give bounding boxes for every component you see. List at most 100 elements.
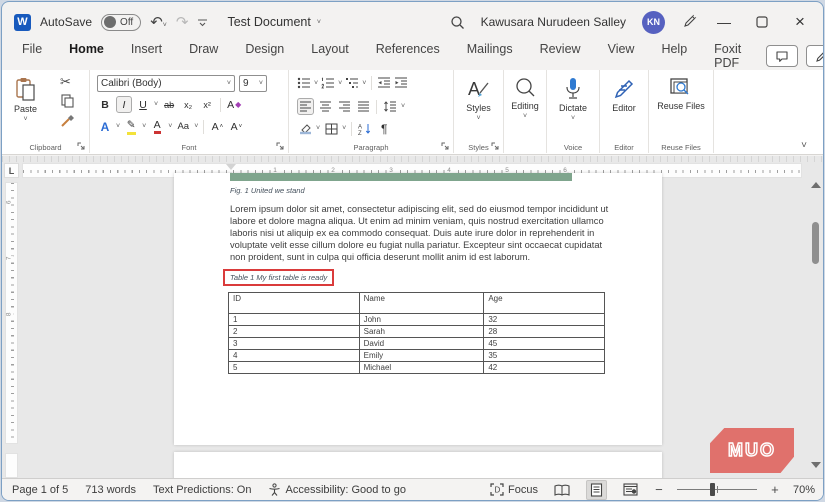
font-name-select[interactable]: Calibri (Body)˅ [97,75,235,92]
reuse-files-button[interactable]: Reuse Files [649,72,713,111]
table-header-cell[interactable]: Age [484,293,605,314]
change-case-button[interactable]: Aa [175,118,191,135]
maximize-button[interactable] [751,16,773,28]
redo-button[interactable]: ↷ [176,15,189,30]
figure-image-bottom-edge[interactable] [230,173,572,181]
table-cell[interactable]: 5 [229,362,360,374]
tab-stop-selector[interactable]: L [4,163,19,178]
vertical-scrollbar[interactable] [807,156,823,480]
underline-button[interactable]: U [135,96,151,113]
accessibility-status[interactable]: Accessibility: Good to go [268,483,405,496]
tab-references[interactable]: References [374,38,442,74]
subscript-button[interactable]: x₂ [180,96,196,113]
table-caption[interactable]: Table 1 My first table is ready [230,273,327,282]
table-cell[interactable]: 3 [229,338,360,350]
editing-mode-button[interactable]: Editing ˅ [806,45,824,67]
zoom-slider-thumb[interactable] [710,483,715,496]
paragraph-dialog-launcher[interactable] [441,142,450,151]
zoom-slider[interactable] [677,483,757,497]
table-cell[interactable]: 2 [229,326,360,338]
minimize-button[interactable]: — [713,14,735,30]
table-header-cell[interactable]: Name [359,293,484,314]
scroll-up-arrow[interactable] [811,182,821,188]
document-page-1[interactable]: Fig. 1 United we stand Lorem ipsum dolor… [174,173,662,445]
user-name[interactable]: Kawusara Nurudeen Salley [481,15,626,29]
increase-indent-button[interactable] [394,77,408,89]
focus-mode-button[interactable]: D Focus [490,483,538,496]
word-logo-icon[interactable]: W [14,14,31,31]
bullets-button[interactable] [297,77,311,89]
show-paragraph-marks-button[interactable]: ¶ [376,120,392,137]
tab-layout[interactable]: Layout [309,38,351,74]
read-mode-button[interactable] [551,482,573,498]
text-effects-button[interactable]: A [97,118,113,135]
tab-help[interactable]: Help [659,38,689,74]
superscript-button[interactable]: x² [199,96,215,113]
line-spacing-button[interactable] [382,98,398,115]
undo-button[interactable]: ↶˅ [150,15,167,30]
numbering-button[interactable] [321,77,335,89]
avatar[interactable]: KN [642,11,665,34]
table-cell[interactable]: John [359,314,484,326]
document-title[interactable]: Test Document ˅ [227,15,320,29]
paste-button[interactable]: Paste ˅ [14,72,37,123]
zoom-level[interactable]: 70% [793,484,815,496]
table-cell[interactable]: Sarah [359,326,484,338]
table-cell[interactable]: 35 [484,350,605,362]
clipboard-dialog-launcher[interactable] [77,142,86,151]
tab-home[interactable]: Home [67,38,106,74]
scrollbar-thumb[interactable] [812,222,819,264]
close-button[interactable]: × [789,12,811,32]
print-layout-button[interactable] [586,480,607,500]
styles-dialog-launcher[interactable] [491,142,500,151]
word-count[interactable]: 713 words [85,484,136,496]
table-header-cell[interactable]: ID [229,293,360,314]
clear-formatting-button[interactable]: A◆ [226,96,242,113]
text-predictions-indicator[interactable]: Text Predictions: On [153,484,251,496]
table-cell[interactable]: 28 [484,326,605,338]
styles-button[interactable]: A Styles ˅ [454,72,503,122]
borders-button[interactable] [323,120,339,137]
italic-button[interactable]: I [116,96,132,113]
table-cell[interactable]: 4 [229,350,360,362]
body-paragraph[interactable]: Lorem ipsum dolor sit amet, consectetur … [230,204,609,264]
sort-button[interactable]: AZ [357,120,373,137]
autosave-toggle[interactable]: Off [101,14,141,31]
document-table[interactable]: IDNameAge 1John322Sarah283David454Emily3… [228,292,605,374]
align-right-button[interactable] [336,98,352,115]
tab-view[interactable]: View [606,38,637,74]
document-page-2[interactable] [174,452,662,480]
dictate-button[interactable]: Dictate ˅ [547,72,599,122]
vertical-ruler[interactable]: 678 [5,182,18,444]
strikethrough-button[interactable]: ab [161,96,177,113]
grow-font-button[interactable]: A˄ [209,118,225,135]
zoom-in-button[interactable]: + [770,482,780,497]
copy-button[interactable] [61,94,74,108]
align-left-button[interactable] [297,98,314,115]
shading-button[interactable] [297,120,313,137]
font-color-button[interactable]: A [149,118,165,135]
table-cell[interactable]: 45 [484,338,605,350]
font-size-select[interactable]: 9˅ [239,75,267,92]
shrink-font-button[interactable]: A˅ [228,118,244,135]
tab-file[interactable]: File [20,38,44,74]
table-cell[interactable]: Michael [359,362,484,374]
editing-dropdown-button[interactable]: Editing ˅ [504,72,546,120]
tab-mailings[interactable]: Mailings [465,38,515,74]
font-dialog-launcher[interactable] [276,142,285,151]
scroll-down-arrow[interactable] [811,462,821,468]
table-cell[interactable]: 32 [484,314,605,326]
comments-button[interactable] [766,45,798,67]
decrease-indent-button[interactable] [377,77,391,89]
bold-button[interactable]: B [97,96,113,113]
zoom-out-button[interactable]: − [654,482,664,497]
table-cell[interactable]: 1 [229,314,360,326]
table-cell[interactable]: David [359,338,484,350]
format-painter-button[interactable] [60,114,75,129]
table-cell[interactable]: 42 [484,362,605,374]
ink-pen-icon[interactable] [681,14,697,30]
tab-foxit-pdf[interactable]: Foxit PDF [712,38,743,74]
collapse-ribbon-button[interactable]: ˅ [801,140,807,151]
web-layout-button[interactable] [620,481,641,498]
figure-caption[interactable]: Fig. 1 United we stand [230,186,305,195]
